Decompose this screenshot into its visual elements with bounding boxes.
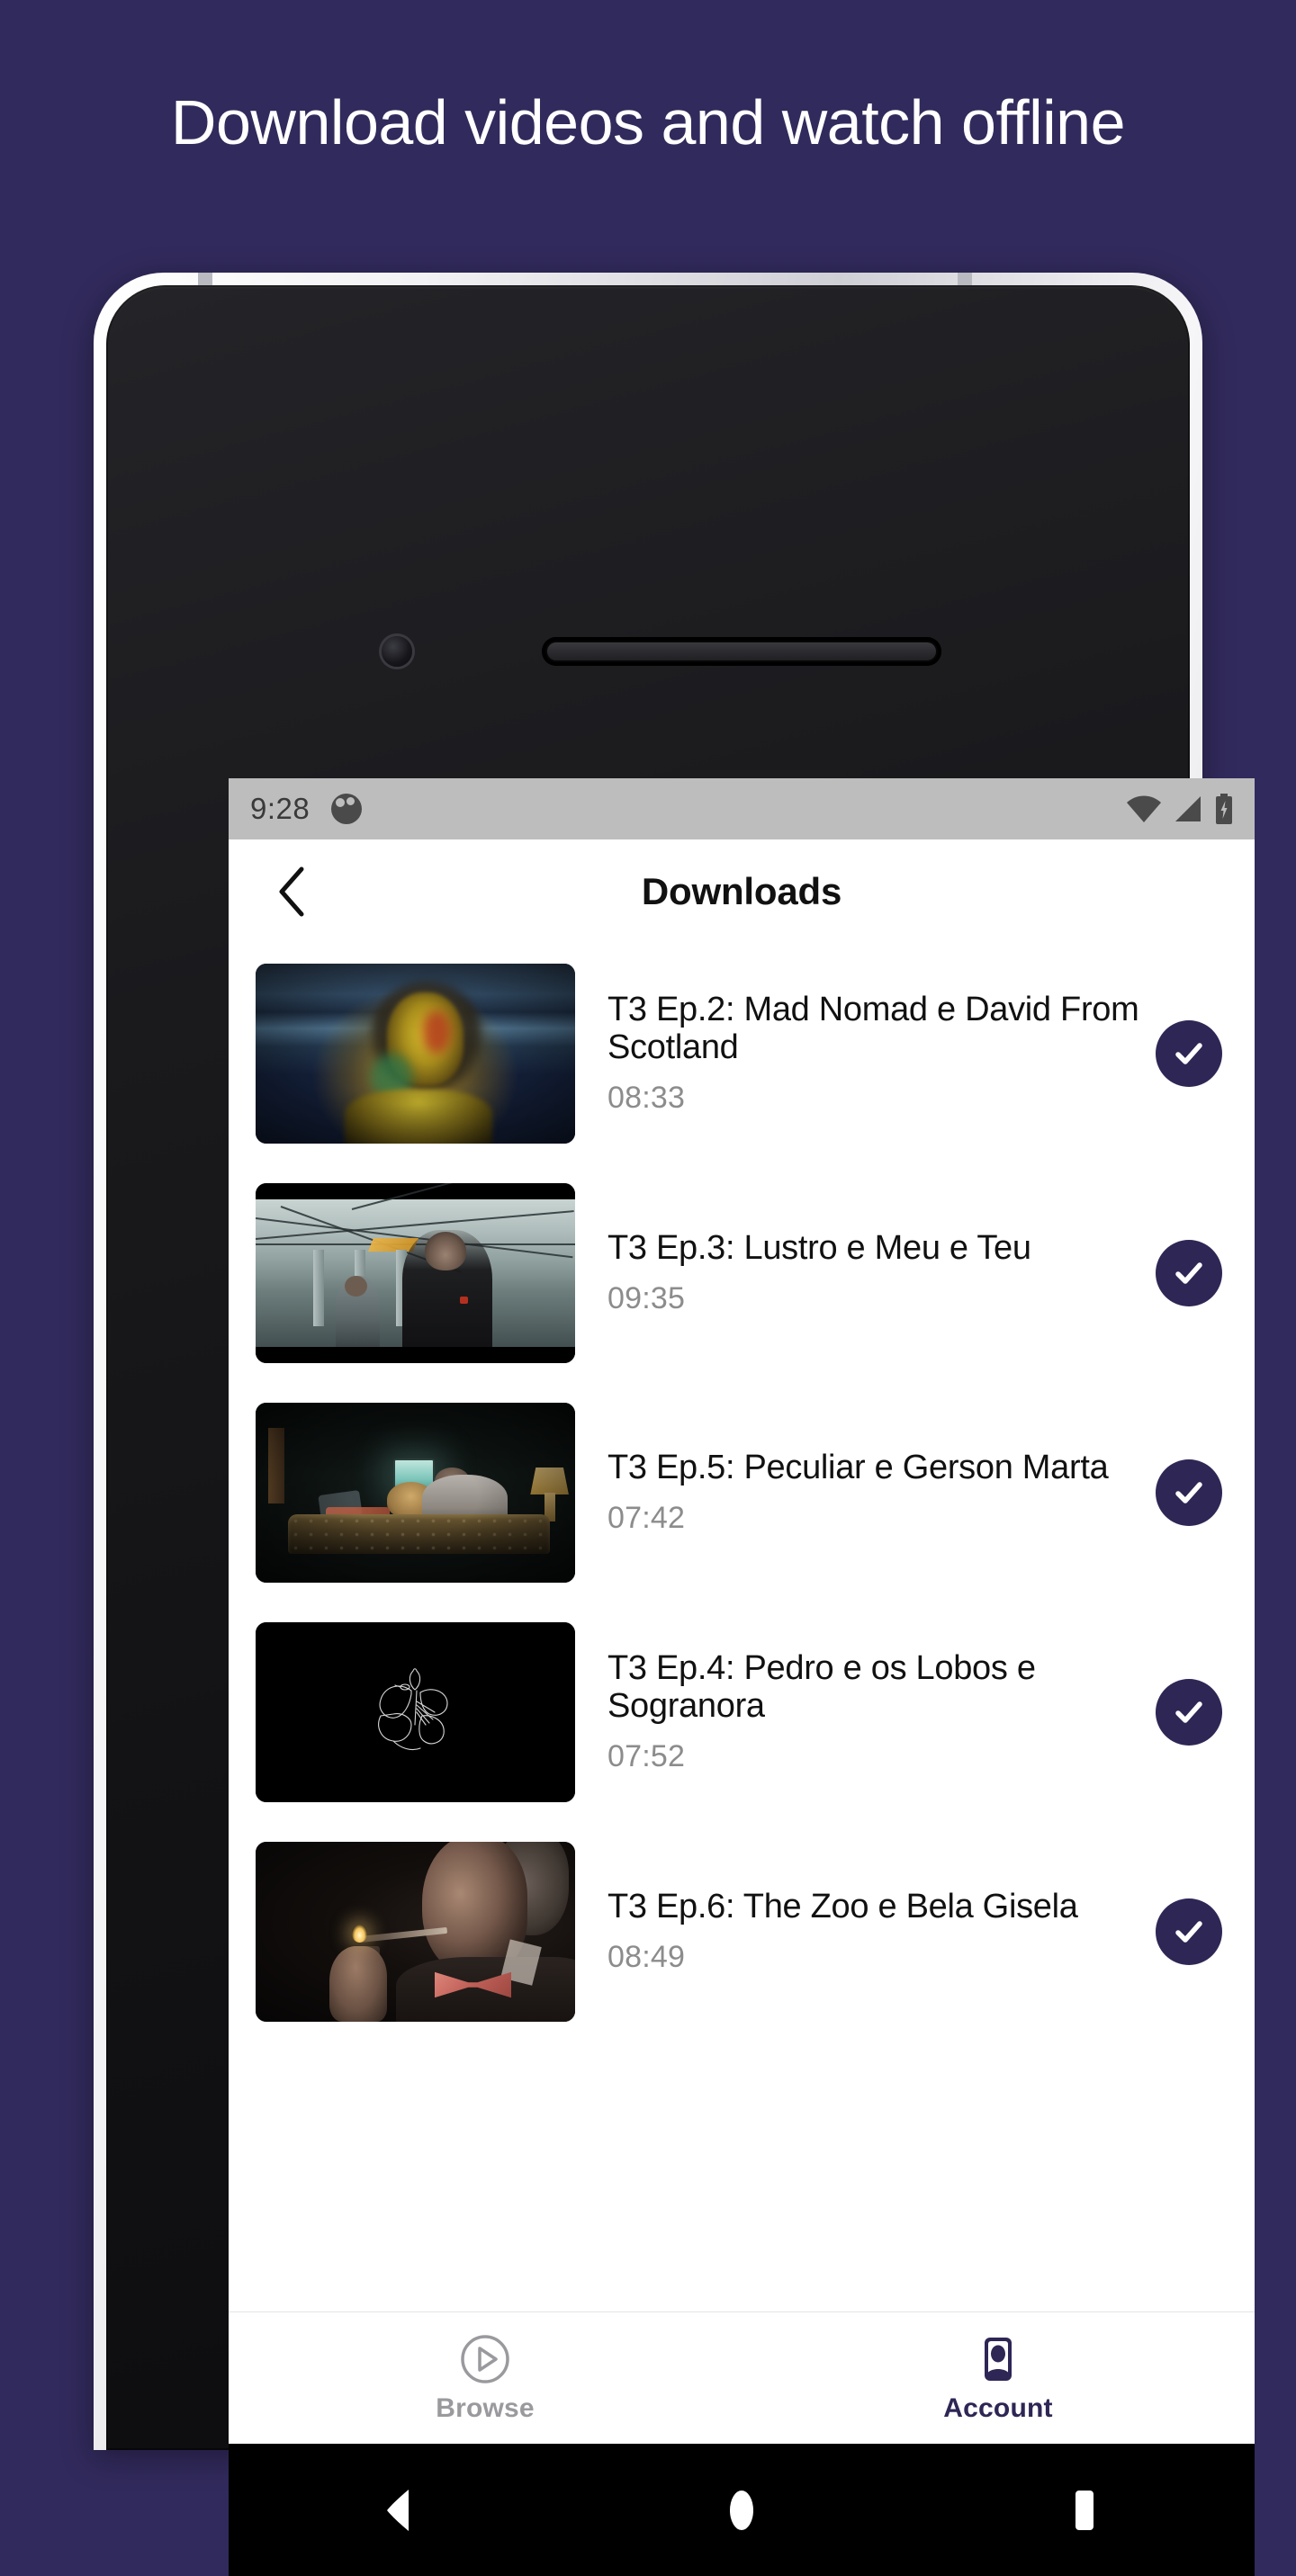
recents-square-key[interactable] bbox=[1030, 2456, 1138, 2564]
tab-account[interactable]: Account bbox=[742, 2312, 1255, 2444]
video-info: T3 Ep.3: Lustro e Meu e Teu 09:35 bbox=[575, 1228, 1156, 1316]
status-bar-clock: 9:28 bbox=[250, 792, 310, 825]
front-camera bbox=[382, 636, 412, 667]
android-navigation-bar bbox=[229, 2444, 1255, 2576]
download-status-badge[interactable] bbox=[1156, 1020, 1222, 1087]
video-thumbnail[interactable] bbox=[256, 1622, 575, 1802]
flower-line-art-icon bbox=[377, 1668, 448, 1751]
video-thumbnail[interactable] bbox=[256, 1183, 575, 1363]
video-title: T3 Ep.5: Peculiar e Gerson Marta bbox=[608, 1448, 1109, 1486]
download-status-badge[interactable] bbox=[1156, 1240, 1222, 1306]
account-badge-icon bbox=[985, 2338, 1012, 2381]
video-thumbnail[interactable] bbox=[256, 1842, 575, 2022]
table-row[interactable]: T3 Ep.2: Mad Nomad e David From Scotland… bbox=[229, 944, 1255, 1163]
home-circle-key[interactable] bbox=[688, 2456, 796, 2564]
back-triangle-icon bbox=[387, 2489, 409, 2531]
video-duration: 08:33 bbox=[608, 1080, 686, 1115]
video-title: T3 Ep.3: Lustro e Meu e Teu bbox=[608, 1228, 1031, 1267]
thumbnail-art-flower bbox=[256, 1622, 575, 1802]
tab-label: Browse bbox=[436, 2393, 535, 2423]
video-info: T3 Ep.5: Peculiar e Gerson Marta 07:42 bbox=[575, 1448, 1156, 1536]
thumbnail-art-smoker bbox=[256, 1842, 575, 2022]
promo-background: Download videos and watch offline 9:28 D… bbox=[0, 0, 1296, 2576]
table-row[interactable]: T3 Ep.3: Lustro e Meu e Teu 09:35 bbox=[229, 1163, 1255, 1383]
video-thumbnail[interactable] bbox=[256, 964, 575, 1144]
check-circle-icon bbox=[1175, 1043, 1202, 1064]
thumbnail-art-paint-person bbox=[256, 964, 575, 1144]
earpiece-speaker bbox=[542, 637, 941, 666]
wifi-icon bbox=[1127, 795, 1161, 822]
check-circle-icon bbox=[1175, 1921, 1202, 1943]
download-status-badge[interactable] bbox=[1156, 1679, 1222, 1746]
video-title: T3 Ep.2: Mad Nomad e David From Scotland bbox=[608, 991, 1139, 1066]
battery-charging-icon bbox=[1216, 794, 1232, 824]
phone-screen: 9:28 Downloads T3 Ep.2: Mad Nomad e Davi… bbox=[229, 778, 1255, 2576]
downloads-list: T3 Ep.2: Mad Nomad e David From Scotland… bbox=[229, 944, 1255, 2042]
bottom-tab-bar: Browse Account bbox=[229, 2311, 1255, 2444]
tab-label: Account bbox=[943, 2393, 1053, 2423]
app-bar: Downloads bbox=[229, 839, 1255, 944]
video-info: T3 Ep.4: Pedro e os Lobos e Sogranora 07… bbox=[575, 1650, 1156, 1773]
thumbnail-art-warehouse bbox=[256, 1183, 575, 1363]
check-circle-icon bbox=[1175, 1482, 1202, 1503]
video-duration: 07:52 bbox=[608, 1738, 686, 1773]
table-row[interactable]: T3 Ep.6: The Zoo e Bela Gisela 08:49 bbox=[229, 1822, 1255, 2042]
video-duration: 07:42 bbox=[608, 1501, 686, 1536]
tab-browse[interactable]: Browse bbox=[229, 2312, 742, 2444]
video-duration: 08:49 bbox=[608, 1940, 686, 1975]
home-circle-icon bbox=[730, 2490, 753, 2530]
app-notification-icon bbox=[331, 794, 363, 824]
video-info: T3 Ep.2: Mad Nomad e David From Scotland… bbox=[575, 992, 1156, 1115]
back-triangle-key[interactable] bbox=[346, 2456, 454, 2564]
page-title: Downloads bbox=[641, 870, 842, 912]
download-status-badge[interactable] bbox=[1156, 1898, 1222, 1965]
video-info: T3 Ep.6: The Zoo e Bela Gisela 08:49 bbox=[575, 1887, 1156, 1975]
cellular-signal-icon bbox=[1175, 796, 1201, 821]
back-button[interactable] bbox=[263, 863, 320, 920]
video-duration: 09:35 bbox=[608, 1281, 686, 1316]
video-title: T3 Ep.4: Pedro e os Lobos e Sogranora bbox=[608, 1649, 1036, 1725]
chevron-left-icon bbox=[279, 866, 304, 917]
video-title: T3 Ep.6: The Zoo e Bela Gisela bbox=[608, 1887, 1078, 1925]
promo-headline: Download videos and watch offline bbox=[170, 87, 1126, 157]
android-status-bar: 9:28 bbox=[229, 778, 1255, 839]
thumbnail-art-bedroom bbox=[256, 1403, 575, 1583]
table-row[interactable]: T3 Ep.4: Pedro e os Lobos e Sogranora 07… bbox=[229, 1602, 1255, 1822]
table-row[interactable]: T3 Ep.5: Peculiar e Gerson Marta 07:42 bbox=[229, 1383, 1255, 1602]
download-status-badge[interactable] bbox=[1156, 1459, 1222, 1526]
check-circle-icon bbox=[1175, 1701, 1202, 1723]
status-bar-indicators bbox=[1127, 794, 1233, 824]
video-thumbnail[interactable] bbox=[256, 1403, 575, 1583]
check-circle-icon bbox=[1175, 1262, 1202, 1284]
phone-device-mockup: 9:28 Downloads T3 Ep.2: Mad Nomad e Davi… bbox=[94, 273, 1255, 2576]
play-circle-icon bbox=[461, 2335, 509, 2383]
recents-square-icon bbox=[1076, 2490, 1094, 2530]
